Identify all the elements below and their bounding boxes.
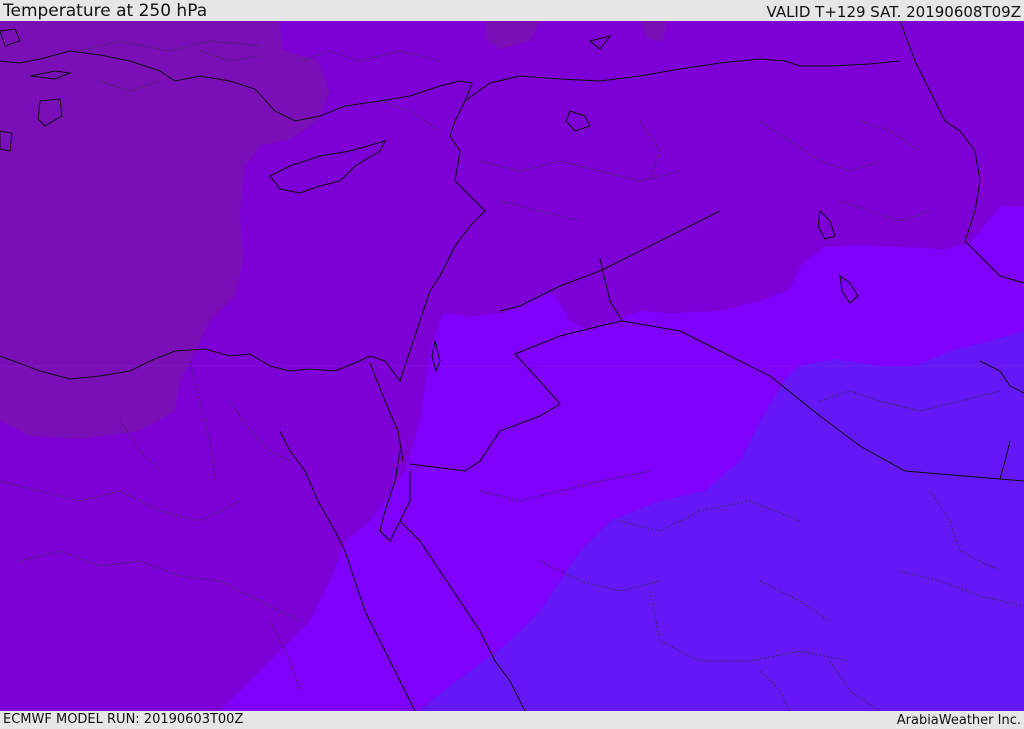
model-run-label: ECMWF MODEL RUN: 20190603T00Z [3, 712, 244, 727]
map-svg [0, 21, 1024, 711]
header-bar: Temperature at 250 hPa VALID T+129 SAT. … [0, 0, 1024, 21]
map-title: Temperature at 250 hPa [3, 1, 208, 21]
valid-time-label: VALID T+129 SAT. 20190608T09Z [766, 3, 1021, 21]
map-canvas[interactable] [0, 21, 1024, 711]
credit-label: ArabiaWeather Inc. [896, 713, 1021, 728]
footer-bar: ECMWF MODEL RUN: 20190603T00Z ArabiaWeat… [0, 711, 1024, 729]
